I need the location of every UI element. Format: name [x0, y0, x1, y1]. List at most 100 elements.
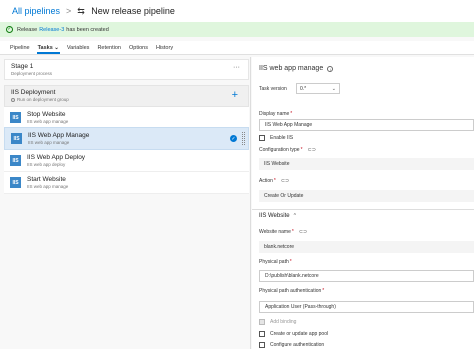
physical-path-label-text: Physical path	[259, 259, 289, 265]
add-task-icon[interactable]: +	[232, 90, 238, 101]
physical-path-input[interactable]: D:\publish\blank.netcore	[259, 270, 474, 282]
configure-auth-checkbox[interactable]	[259, 342, 265, 348]
physical-path-auth-select[interactable]: Application User (Pass-through)	[259, 301, 474, 313]
physical-path-value: D:\publish\blank.netcore	[265, 273, 319, 279]
page-title[interactable]: New release pipeline	[91, 6, 175, 16]
required-marker: *	[300, 147, 303, 153]
website-name-label: Website name * ⊂⊃	[259, 229, 307, 235]
iis-icon: IIS	[10, 112, 21, 123]
task-version-select[interactable]: 0.* ⌄	[296, 83, 340, 94]
panel-divider	[250, 57, 251, 349]
deployment-group-job[interactable]: IIS Deployment Run on deployment group +	[4, 85, 249, 107]
task-version-value: 0.*	[300, 85, 307, 92]
drag-handle-icon[interactable]	[242, 132, 245, 145]
release-created-banner: ✓ Release Release-3 has been created	[0, 22, 474, 37]
required-marker: *	[322, 288, 325, 294]
action-value: Create Or Update	[264, 193, 304, 199]
task-name: IIS Web App Deploy	[27, 154, 86, 161]
create-app-pool-label: Create or update app pool	[270, 331, 329, 337]
task-subtitle: IIS web app manage	[27, 119, 69, 124]
configuration-type-label-text: Configuration type	[259, 147, 300, 153]
physical-path-auth-label: Physical path authentication *	[259, 288, 324, 294]
tab-history[interactable]: History	[152, 45, 177, 54]
banner-prefix: Release	[17, 26, 38, 33]
iis-icon: IIS	[10, 177, 21, 188]
required-marker: *	[290, 111, 293, 117]
configure-auth-checkbox-row[interactable]: Configure authentication	[259, 342, 324, 348]
tasks-panel: Stage 1 Deployment process ··· IIS Deplo…	[4, 57, 249, 349]
task-name: IIS Web App Manage	[28, 132, 90, 139]
tab-pipeline[interactable]: Pipeline	[6, 45, 34, 54]
physical-path-label: Physical path *	[259, 259, 292, 265]
task-version-label-text: Task version	[259, 86, 287, 92]
tab-variables[interactable]: Variables	[63, 45, 94, 54]
banner-suffix: has been created	[66, 26, 109, 33]
stage-name: Stage 1	[11, 63, 34, 70]
link-icon[interactable]: ⊂⊃	[281, 178, 289, 184]
more-options-icon[interactable]: ···	[233, 64, 240, 71]
link-icon[interactable]: ⊂⊃	[308, 147, 316, 153]
task-subtitle: IIS web app manage	[27, 184, 69, 189]
task-name: Stop Website	[27, 111, 66, 118]
tab-bar: Pipeline Tasks ⌄ Variables Retention Opt…	[0, 41, 474, 55]
task-start-website[interactable]: IIS Start Website IIS web app manage	[4, 172, 249, 194]
configuration-type-label: Configuration type * ⊂⊃	[259, 147, 316, 153]
release-link[interactable]: Release-3	[39, 27, 64, 33]
required-marker: *	[291, 229, 294, 235]
success-check-icon: ✓	[6, 26, 13, 33]
job-subtitle: Run on deployment group	[11, 97, 242, 102]
physical-path-auth-value: Application User (Pass-through)	[265, 304, 336, 310]
stage-subtitle: Deployment process	[11, 71, 53, 76]
task-iis-web-app-deploy[interactable]: IIS IIS Web App Deploy IIS web app deplo…	[4, 150, 249, 172]
job-name: IIS Deployment	[11, 89, 56, 96]
tab-options[interactable]: Options	[125, 45, 152, 54]
chevron-up-icon: ^	[293, 212, 296, 219]
breadcrumb-separator: >	[66, 6, 72, 16]
stage-card[interactable]: Stage 1 Deployment process ···	[4, 59, 249, 80]
top-bar: All pipelines > ⇆ New release pipeline	[0, 0, 474, 22]
add-binding-label: Add binding	[270, 319, 297, 325]
link-icon[interactable]: ⊂⊃	[299, 229, 307, 235]
action-select[interactable]: Create Or Update	[259, 190, 474, 202]
chevron-down-icon: ⌄	[331, 85, 336, 92]
required-marker: *	[289, 259, 292, 265]
add-binding-checkbox	[259, 319, 265, 325]
task-name: Start Website	[27, 176, 66, 183]
physical-path-auth-label-text: Physical path authentication	[259, 288, 322, 294]
enable-iis-checkbox[interactable]	[259, 135, 265, 141]
display-name-label: Display name *	[259, 111, 292, 117]
tab-retention[interactable]: Retention	[93, 45, 125, 54]
task-iis-web-app-manage[interactable]: IIS IIS Web App Manage IIS web app manag…	[4, 127, 249, 150]
website-name-input[interactable]: blank.netcore	[259, 241, 474, 253]
action-label: Action * ⊂⊃	[259, 178, 289, 184]
task-subtitle: IIS web app manage	[28, 140, 70, 145]
display-name-label-text: Display name	[259, 111, 290, 117]
detail-title-text: IIS web app manage	[259, 65, 324, 72]
create-app-pool-checkbox-row[interactable]: Create or update app pool	[259, 331, 328, 337]
iis-icon: IIS	[10, 155, 21, 166]
enable-iis-checkbox-row[interactable]: Enable IIS	[259, 135, 293, 141]
website-name-value: blank.netcore	[264, 244, 295, 250]
info-icon	[11, 97, 15, 102]
action-label-text: Action	[259, 178, 273, 184]
task-subtitle: IIS web app deploy	[27, 162, 66, 167]
selected-check-icon: ✓	[230, 135, 237, 142]
task-detail-panel: IIS web app manage i Task version 0.* ⌄ …	[252, 57, 474, 349]
add-binding-checkbox-row: Add binding	[259, 319, 296, 325]
task-version-label: Task version	[259, 86, 287, 92]
section-title: IIS Website	[259, 212, 290, 219]
configuration-type-select[interactable]: IIS Website	[259, 158, 474, 170]
job-subtitle-text: Run on deployment group	[17, 97, 69, 102]
create-app-pool-checkbox[interactable]	[259, 331, 265, 337]
breadcrumb-all-pipelines[interactable]: All pipelines	[12, 6, 60, 16]
iis-icon: IIS	[11, 133, 22, 144]
task-stop-website[interactable]: IIS Stop Website IIS web app manage	[4, 107, 249, 129]
iis-website-section-header[interactable]: IIS Website ^	[252, 209, 474, 221]
enable-iis-label: Enable IIS	[270, 135, 294, 141]
info-icon[interactable]: i	[327, 65, 334, 72]
release-pipeline-icon: ⇆	[77, 6, 85, 16]
display-name-input[interactable]: IIS Web App Manage	[259, 119, 474, 131]
detail-title: IIS web app manage i	[259, 65, 334, 72]
tab-tasks[interactable]: Tasks ⌄	[34, 45, 63, 54]
configure-auth-label: Configure authentication	[270, 342, 325, 348]
